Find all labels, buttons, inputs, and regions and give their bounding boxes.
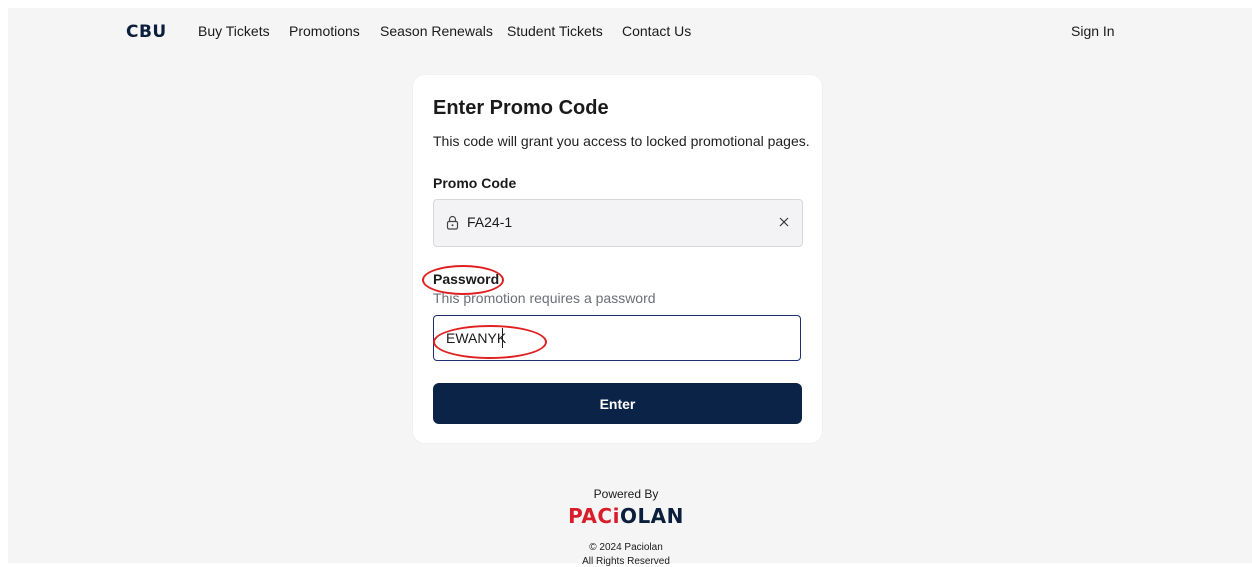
copyright-text: © 2024 Paciolan [589, 542, 663, 553]
promo-code-value: FA24-1 [467, 214, 513, 230]
nav-season-renewals[interactable]: Season Renewals [380, 23, 493, 39]
promo-code-field[interactable]: FA24-1 [433, 199, 803, 247]
promo-code-label: Promo Code [433, 175, 517, 191]
rights-text: All Rights Reserved [582, 556, 670, 567]
cbu-logo[interactable]: CBU [126, 22, 167, 42]
nav-student-tickets[interactable]: Student Tickets [507, 23, 603, 39]
enter-button[interactable]: Enter [433, 383, 802, 424]
paciolan-logo-dark: OLAN [619, 504, 684, 528]
nav-contact-us[interactable]: Contact Us [622, 23, 691, 39]
close-icon[interactable] [776, 214, 792, 230]
powered-by-text: Powered By [593, 487, 659, 501]
nav-buy-tickets[interactable]: Buy Tickets [198, 23, 270, 39]
text-cursor [502, 328, 503, 348]
top-navigation: CBU Buy Tickets Promotions Season Renewa… [0, 8, 1252, 56]
paciolan-logo[interactable]: PACiOLAN [0, 504, 1252, 528]
sign-in-link[interactable]: Sign In [1071, 23, 1115, 39]
password-label: Password [433, 271, 500, 287]
promo-code-card: Enter Promo Code This code will grant yo… [413, 75, 822, 443]
lock-icon [446, 215, 459, 230]
paciolan-logo-red: PACi [568, 504, 620, 528]
password-hint: This promotion requires a password [433, 290, 656, 306]
card-subtitle: This code will grant you access to locke… [433, 133, 810, 149]
card-title: Enter Promo Code [433, 97, 609, 119]
password-input[interactable] [433, 315, 801, 361]
nav-promotions[interactable]: Promotions [289, 23, 360, 39]
